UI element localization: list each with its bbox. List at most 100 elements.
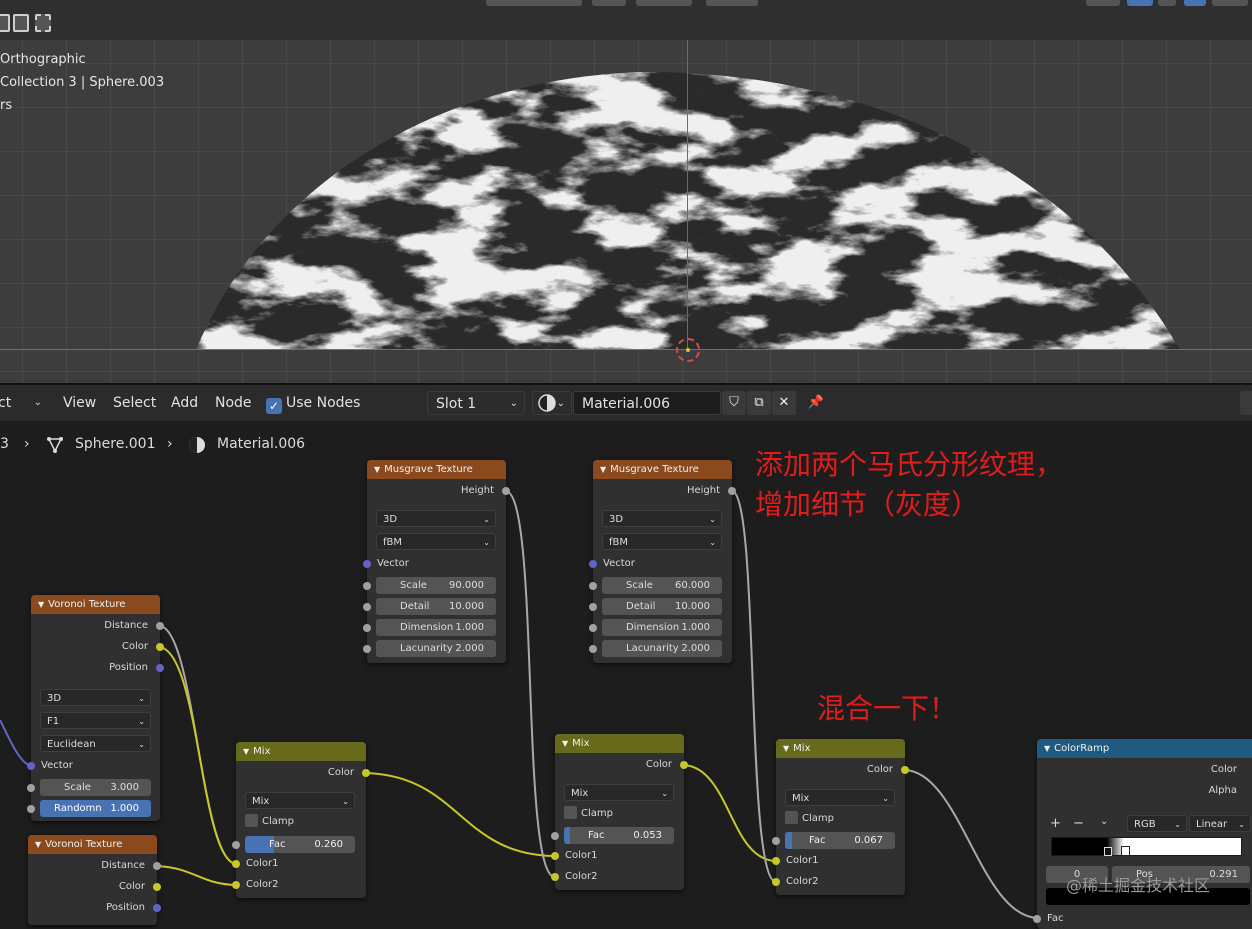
collapse-triangle-icon[interactable]: ▼ xyxy=(38,600,44,609)
link-musgrave1-to-mix2-color2 xyxy=(505,490,556,878)
lacunarity-field[interactable]: Lacunarity 2.000 xyxy=(376,640,496,657)
checkbox-unchecked-icon[interactable] xyxy=(785,811,798,824)
musgrave-texture-node[interactable]: ▼ Musgrave Texture Height 3D ⌄ fBM ⌄ Vector… xyxy=(363,460,510,663)
node-header[interactable]: ▼ ColorRamp xyxy=(1037,739,1252,758)
remove-stop-button[interactable]: − xyxy=(1073,816,1084,831)
socket-position-out[interactable] xyxy=(156,664,164,672)
color-ramp-gradient[interactable] xyxy=(1051,837,1242,856)
socket-color2-in[interactable] xyxy=(232,881,240,889)
blend-type-dropdown[interactable]: Mix ⌄ xyxy=(785,789,895,806)
socket-scale-in[interactable] xyxy=(363,582,371,590)
distance-metric-dropdown[interactable]: Euclidean ⌄ xyxy=(40,735,151,752)
checkbox-unchecked-icon[interactable] xyxy=(245,814,258,827)
clamp-checkbox[interactable]: Clamp xyxy=(564,806,613,820)
socket-vector-in[interactable] xyxy=(27,762,35,770)
ramp-stop-white[interactable] xyxy=(1121,846,1130,856)
voronoi-texture-node-2[interactable]: ▼ Voronoi Texture Distance Color Position xyxy=(28,835,161,925)
pos-value: 0.291 xyxy=(1209,869,1238,880)
scale-field[interactable]: Scale 3.000 xyxy=(40,779,151,796)
collapse-triangle-icon[interactable]: ▼ xyxy=(374,465,380,474)
socket-color-out[interactable] xyxy=(680,761,688,769)
dimensions-dropdown[interactable]: 3D ⌄ xyxy=(602,510,722,527)
socket-color2-in[interactable] xyxy=(772,878,780,886)
socket-lacunarity-in[interactable] xyxy=(589,645,597,653)
node-header[interactable]: ▼ Mix xyxy=(555,734,684,753)
output-color: Color xyxy=(118,881,145,892)
socket-fac-in[interactable] xyxy=(772,837,780,845)
colorramp-node[interactable]: ▼ ColorRamp Color Alpha + − ⌄ RGB ⌄ Linear… xyxy=(1033,739,1252,929)
fac-slider[interactable]: Fac 0.260 xyxy=(245,836,355,853)
scale-field[interactable]: Scale 90.000 xyxy=(376,577,496,594)
socket-height-out[interactable] xyxy=(502,487,510,495)
output-distance: Distance xyxy=(104,620,148,631)
node-header[interactable]: ▼ Voronoi Texture xyxy=(28,835,157,854)
socket-position-out[interactable] xyxy=(153,904,161,912)
add-stop-button[interactable]: + xyxy=(1050,816,1061,831)
chevron-down-icon: ⌄ xyxy=(138,694,145,703)
socket-color-out[interactable] xyxy=(901,766,909,774)
socket-fac-in[interactable] xyxy=(551,832,559,840)
dimensions-dropdown[interactable]: 3D ⌄ xyxy=(40,689,151,706)
socket-distance-out[interactable] xyxy=(156,622,164,630)
musgrave-type-dropdown[interactable]: fBM ⌄ xyxy=(602,533,722,550)
musgrave-texture-node-2[interactable]: ▼ Musgrave Texture Height 3D ⌄ fBM ⌄ Vector… xyxy=(589,460,736,663)
socket-height-out[interactable] xyxy=(728,487,736,495)
collapse-triangle-icon[interactable]: ▼ xyxy=(243,747,249,756)
ramp-stop-black[interactable] xyxy=(1104,847,1112,856)
socket-vector-in[interactable] xyxy=(589,560,597,568)
lacunarity-field[interactable]: Lacunarity 2.000 xyxy=(602,640,722,657)
socket-color-out[interactable] xyxy=(362,769,370,777)
detail-field[interactable]: Detail 10.000 xyxy=(376,598,496,615)
mix-node-1[interactable]: ▼ Mix Color Mix ⌄ Clamp Fac 0.260 Color1 Co… xyxy=(232,742,370,898)
socket-dimension-in[interactable] xyxy=(363,624,371,632)
collapse-triangle-icon[interactable]: ▼ xyxy=(783,744,789,753)
interpolation-dropdown[interactable]: Linear ⌄ xyxy=(1189,815,1251,832)
feature-dropdown[interactable]: F1 ⌄ xyxy=(40,712,151,729)
socket-color1-in[interactable] xyxy=(232,860,240,868)
socket-fac-in[interactable] xyxy=(1033,915,1041,923)
blend-type-dropdown[interactable]: Mix ⌄ xyxy=(564,784,674,801)
socket-lacunarity-in[interactable] xyxy=(363,645,371,653)
socket-vector-in[interactable] xyxy=(363,560,371,568)
socket-detail-in[interactable] xyxy=(589,603,597,611)
dimension-field[interactable]: Dimension 1.000 xyxy=(602,619,722,636)
socket-randomness-in[interactable] xyxy=(27,805,35,813)
clamp-checkbox[interactable]: Clamp xyxy=(785,811,834,825)
socket-detail-in[interactable] xyxy=(363,603,371,611)
collapse-triangle-icon[interactable]: ▼ xyxy=(1044,744,1050,753)
color-mode-dropdown[interactable]: RGB ⌄ xyxy=(1127,815,1187,832)
mix-node-3[interactable]: ▼ Mix Color Mix ⌄ Clamp Fac 0.067 Color1 Co… xyxy=(772,739,909,895)
node-header[interactable]: ▼ Mix xyxy=(776,739,905,758)
dimension-field[interactable]: Dimension 1.000 xyxy=(376,619,496,636)
socket-color1-in[interactable] xyxy=(551,852,559,860)
socket-dimension-in[interactable] xyxy=(589,624,597,632)
socket-fac-in[interactable] xyxy=(232,841,240,849)
node-header[interactable]: ▼ Musgrave Texture xyxy=(593,460,732,479)
socket-scale-in[interactable] xyxy=(27,784,35,792)
scale-field[interactable]: Scale 60.000 xyxy=(602,577,722,594)
musgrave-type-dropdown[interactable]: fBM ⌄ xyxy=(376,533,496,550)
collapse-triangle-icon[interactable]: ▼ xyxy=(600,465,606,474)
blend-type-dropdown[interactable]: Mix ⌄ xyxy=(245,792,355,809)
fac-slider[interactable]: Fac 0.067 xyxy=(785,832,895,849)
socket-color-out[interactable] xyxy=(153,883,161,891)
node-header[interactable]: ▼ Voronoi Texture xyxy=(31,595,160,614)
socket-color-out[interactable] xyxy=(156,643,164,651)
chevron-down-icon[interactable]: ⌄ xyxy=(1100,816,1108,827)
checkbox-unchecked-icon[interactable] xyxy=(564,806,577,819)
socket-color1-in[interactable] xyxy=(772,857,780,865)
detail-field[interactable]: Detail 10.000 xyxy=(602,598,722,615)
dimensions-dropdown[interactable]: 3D ⌄ xyxy=(376,510,496,527)
node-header[interactable]: ▼ Musgrave Texture xyxy=(367,460,506,479)
node-header[interactable]: ▼ Mix xyxy=(236,742,366,761)
randomness-field[interactable]: Randomn 1.000 xyxy=(40,800,151,817)
collapse-triangle-icon[interactable]: ▼ xyxy=(562,739,568,748)
socket-color2-in[interactable] xyxy=(551,873,559,881)
mix-node-2[interactable]: ▼ Mix Color Mix ⌄ Clamp Fac 0.053 Color1 Co… xyxy=(551,734,688,890)
voronoi-texture-node[interactable]: ▼ Voronoi Texture Distance Color Position… xyxy=(27,595,164,821)
collapse-triangle-icon[interactable]: ▼ xyxy=(35,840,41,849)
clamp-checkbox[interactable]: Clamp xyxy=(245,814,294,828)
fac-slider[interactable]: Fac 0.053 xyxy=(564,827,674,844)
socket-distance-out[interactable] xyxy=(153,862,161,870)
socket-scale-in[interactable] xyxy=(589,582,597,590)
